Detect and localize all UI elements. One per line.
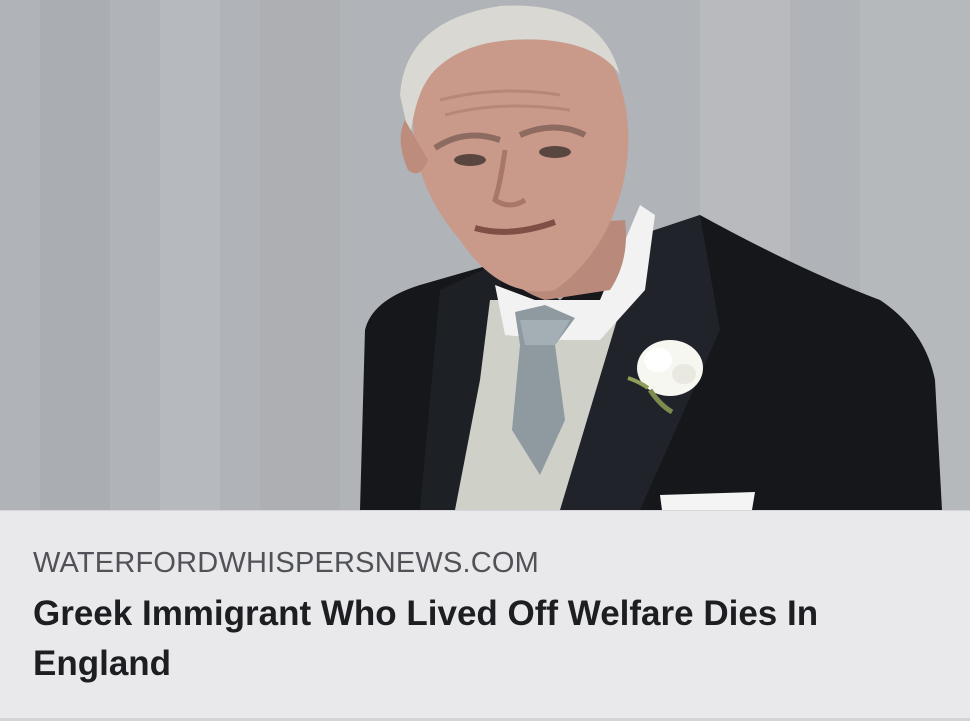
article-headline[interactable]: Greek Immigrant Who Lived Off Welfare Di… xyxy=(33,589,933,689)
photo-image xyxy=(0,0,970,510)
preview-photo[interactable] xyxy=(0,0,970,510)
source-domain[interactable]: WATERFORDWHISPERSNEWS.COM xyxy=(33,547,539,580)
link-preview-text[interactable]: WATERFORDWHISPERSNEWS.COM Greek Immigran… xyxy=(0,510,970,721)
link-preview-card[interactable]: WATERFORDWHISPERSNEWS.COM Greek Immigran… xyxy=(0,0,970,721)
